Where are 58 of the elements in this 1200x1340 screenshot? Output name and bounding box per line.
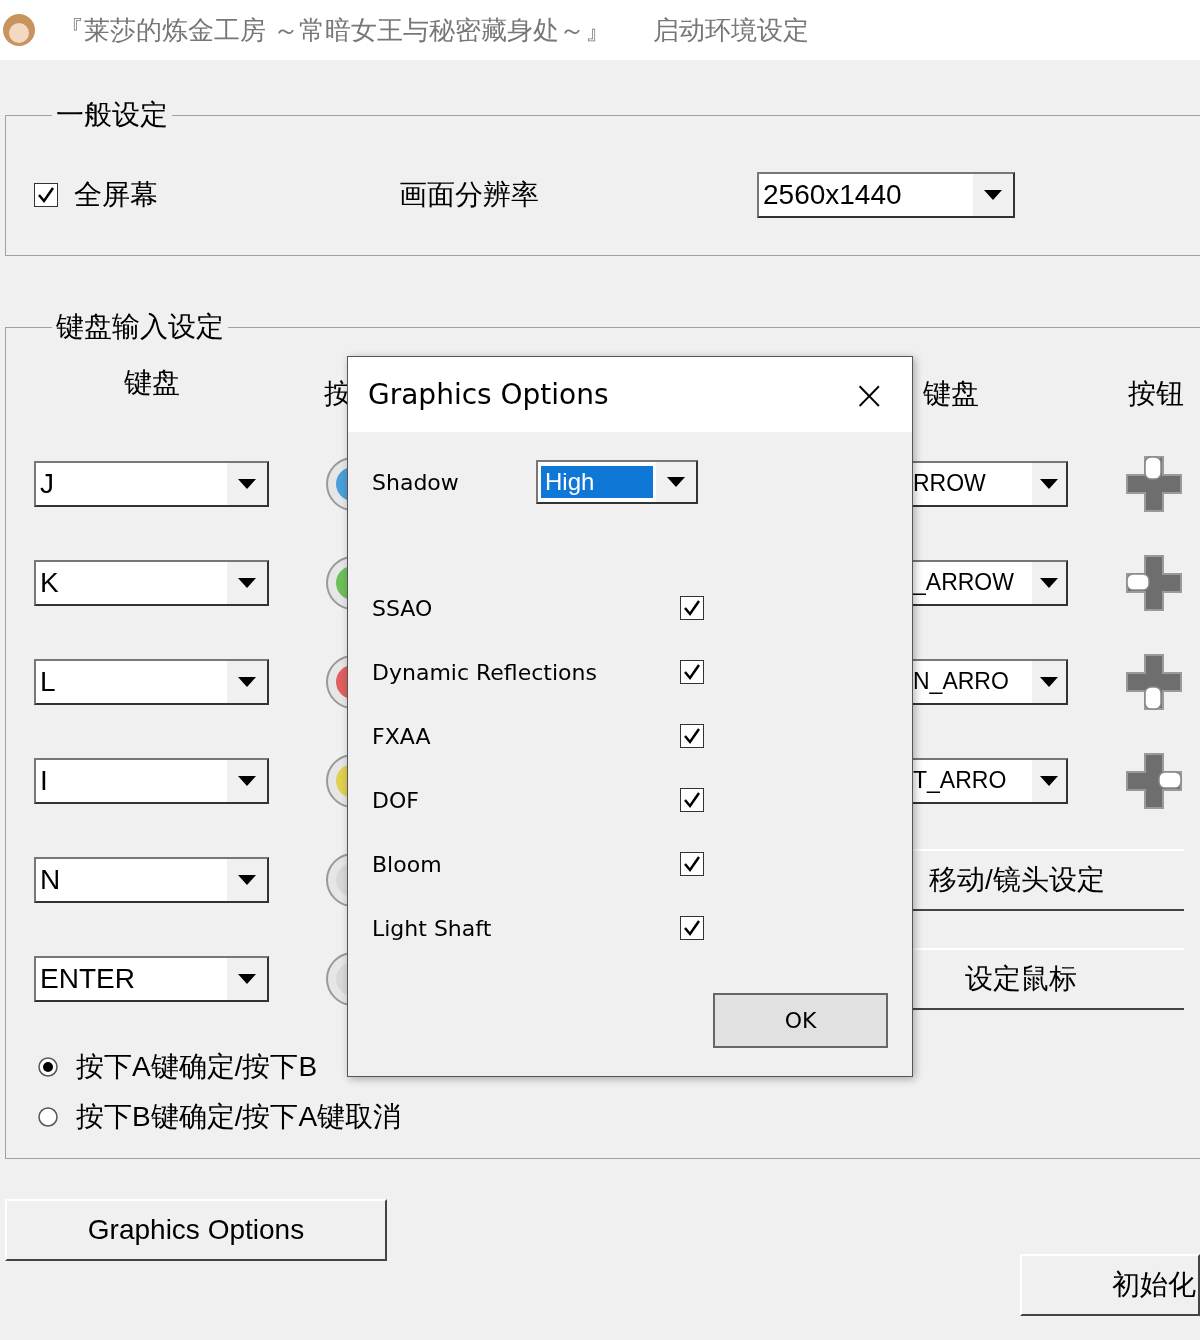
dropdown-arrow-icon	[238, 874, 256, 885]
settings-button[interactable]: 移动/镜头设定	[913, 848, 1184, 911]
window-subtitle: 启动环境设定	[653, 13, 810, 47]
dropdown-arrow-icon	[238, 973, 256, 984]
dropdown-arrow-icon	[667, 477, 685, 487]
checkbox[interactable]	[680, 724, 704, 748]
checkbox[interactable]	[680, 852, 704, 876]
group-title: 键盘输入设定	[55, 310, 225, 344]
reset-button[interactable]: 初始化	[1020, 1254, 1200, 1316]
resolution-dropdown[interactable]: 2560x1440	[757, 171, 1015, 218]
dropdown-arrow-icon	[1040, 478, 1058, 489]
key-dropdown[interactable]: _ARROW	[913, 559, 1068, 606]
checkbox[interactable]	[680, 788, 704, 812]
dropdown-arrow-icon	[1040, 775, 1058, 786]
key-dropdown[interactable]: J	[34, 460, 269, 507]
dropdown-arrow-icon	[1040, 577, 1058, 588]
radio-label: 按下B键确定/按下A键取消	[76, 1100, 402, 1134]
option-label: Light Shaft	[372, 915, 493, 941]
key-dropdown[interactable]: I	[34, 757, 269, 804]
field-label: Shadow	[372, 469, 460, 495]
dialog-title: Graphics Options	[368, 378, 609, 411]
key-dropdown[interactable]: T_ARRO	[913, 757, 1068, 804]
window-title: 『莱莎的炼金工房 ～常暗女王与秘密藏身处～』	[58, 13, 612, 47]
radio-label: 按下A键确定/按下B	[76, 1050, 318, 1084]
column-header: 键盘	[922, 377, 980, 411]
dropdown-arrow-icon	[1040, 676, 1058, 687]
checkbox[interactable]	[34, 182, 58, 207]
key-dropdown[interactable]: ENTER	[34, 955, 269, 1002]
key-dropdown[interactable]: N_ARRO	[913, 658, 1068, 705]
key-dropdown[interactable]: RROW	[913, 460, 1068, 507]
dropdown-arrow-icon	[238, 478, 256, 489]
key-dropdown[interactable]: K	[34, 559, 269, 606]
radio-button[interactable]	[38, 1107, 58, 1127]
checkbox-label: 全屏幕	[74, 177, 158, 212]
key-dropdown[interactable]: L	[34, 658, 269, 705]
dropdown-arrow-icon	[238, 676, 256, 687]
option-label: DOF	[372, 787, 420, 813]
field-label: 画面分辨率	[399, 177, 539, 212]
shadow-dropdown[interactable]: High	[536, 460, 698, 504]
key-dropdown[interactable]: N	[34, 856, 269, 903]
graphics-options-button[interactable]: Graphics Options	[5, 1199, 387, 1261]
column-header: 键盘	[122, 366, 181, 400]
ok-button[interactable]: OK	[713, 993, 888, 1048]
option-label: Bloom	[372, 851, 443, 877]
radio-button[interactable]	[38, 1057, 58, 1077]
dropdown-arrow-icon	[238, 577, 256, 588]
option-label: Dynamic Reflections	[372, 659, 598, 685]
checkbox[interactable]	[680, 596, 704, 620]
column-header: 按钮	[1127, 377, 1184, 411]
option-label: FXAA	[372, 723, 432, 749]
checkbox[interactable]	[680, 660, 704, 684]
option-label: SSAO	[372, 595, 434, 621]
settings-button[interactable]: 设定鼠标	[913, 947, 1184, 1010]
group-title: 一般设定	[55, 98, 169, 132]
dropdown-arrow-icon	[984, 189, 1002, 200]
dropdown-arrow-icon	[238, 775, 256, 786]
close-button[interactable]: ×	[846, 371, 892, 418]
checkbox[interactable]	[680, 916, 704, 940]
